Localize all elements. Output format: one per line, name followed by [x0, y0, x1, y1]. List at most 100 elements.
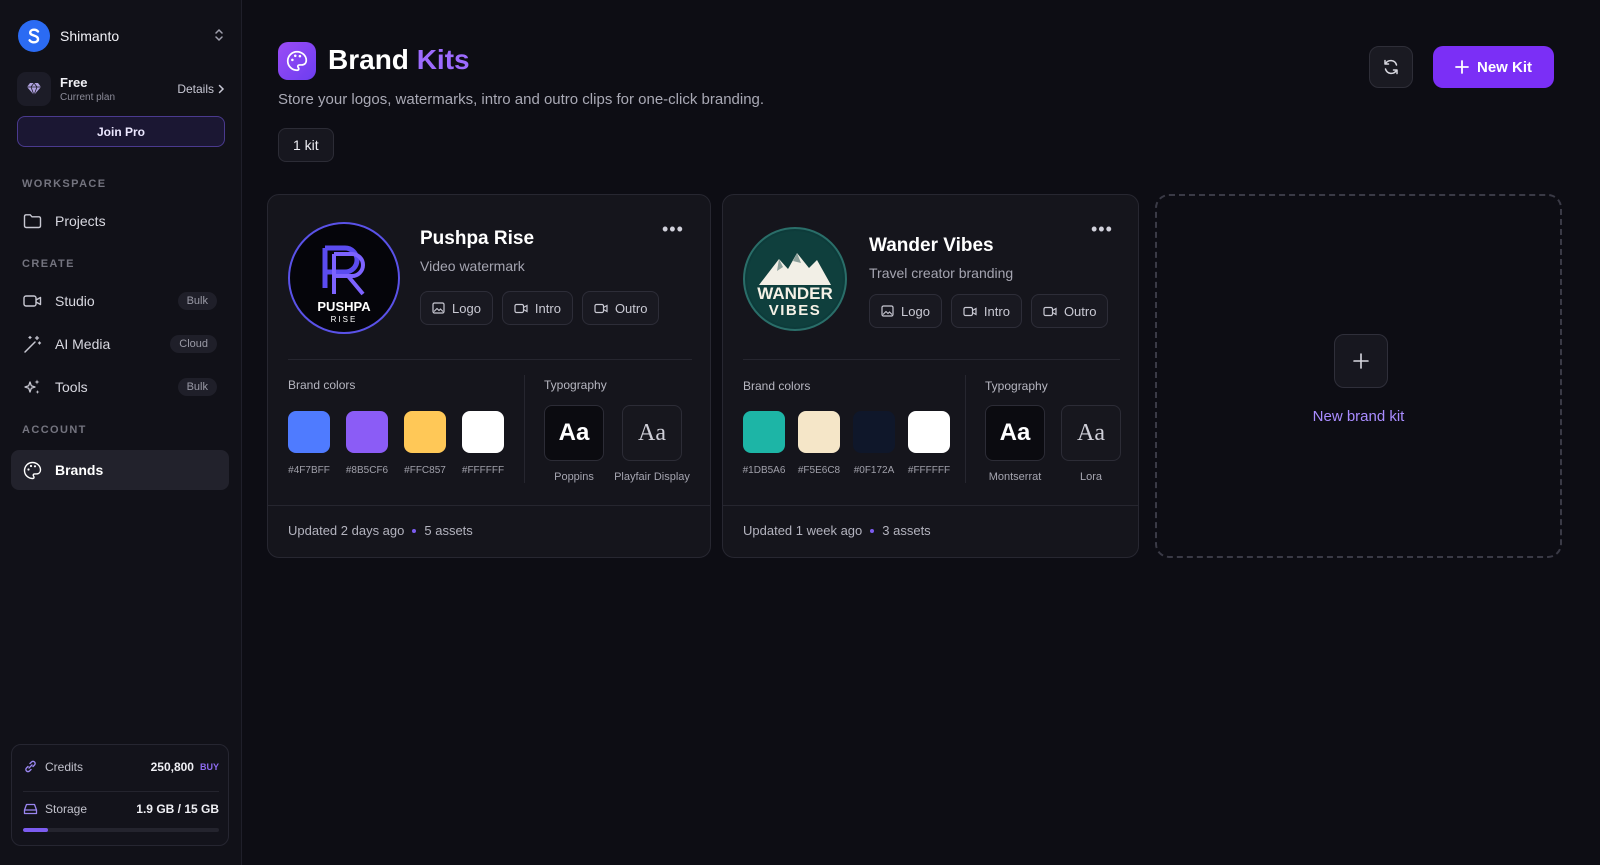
sidebar-item-tools[interactable]: Tools Bulk: [11, 367, 229, 407]
nav-badge: Bulk: [177, 292, 217, 310]
color-hex-label: #F5E6C8: [797, 465, 841, 476]
asset-chip-label: Logo: [901, 303, 930, 319]
palette-icon: [22, 460, 42, 480]
asset-chip-outro[interactable]: Outro: [1030, 294, 1109, 328]
brand-kit-name: Wander Vibes: [869, 235, 994, 256]
separator-dot: [870, 528, 875, 533]
asset-count: 5 assets: [424, 523, 473, 538]
sidebar-item-label: Brands: [55, 462, 104, 478]
section-label-workspace: WORKSPACE: [22, 178, 107, 190]
color-swatch[interactable]: [908, 411, 950, 453]
workspace-name: Shimanto: [60, 28, 120, 44]
font-sample-primary[interactable]: Aa: [544, 405, 604, 461]
asset-chip-label: Outro: [614, 300, 648, 316]
buy-credits-link[interactable]: BUY: [200, 762, 219, 772]
video-icon: [514, 303, 528, 313]
nav-badge: Cloud: [170, 335, 217, 353]
page-subtitle: Store your logos, watermarks, intro and …: [278, 91, 765, 108]
video-icon: [594, 303, 608, 313]
brand-kit-description: Travel creator branding: [869, 265, 1014, 281]
color-hex-label: #1DB5A6: [742, 465, 786, 476]
sidebar-item-brands[interactable]: Brands: [11, 450, 229, 490]
usage-panel: Credits 250,800 BUY Storage 1.9 GB / 15 …: [11, 744, 229, 846]
asset-chip-logo[interactable]: Logo: [420, 291, 493, 325]
image-icon: [432, 302, 445, 314]
color-hex-label: #0F172A: [853, 465, 895, 476]
brand-colors-label: Brand colors: [743, 379, 811, 393]
updated-time: Updated 2 days ago: [288, 523, 405, 538]
color-hex-label: #8B5CF6: [345, 465, 389, 476]
typography-label: Typography: [985, 379, 1048, 393]
typography-label: Typography: [544, 378, 607, 392]
asset-chip-intro[interactable]: Intro: [950, 294, 1022, 328]
asset-chip-label: Outro: [1063, 303, 1097, 319]
plan-subtitle: Current plan: [60, 92, 116, 103]
section-divider: [524, 375, 525, 483]
credits-value: 250,800: [150, 759, 194, 774]
sidebar-item-ai-media[interactable]: AI Media Cloud: [11, 324, 229, 364]
video-icon: [22, 291, 42, 311]
more-options-icon[interactable]: •••: [662, 219, 684, 240]
section-label-create: CREATE: [22, 258, 75, 270]
sidebar-item-label: Studio: [55, 293, 95, 309]
diamond-icon: [17, 72, 51, 106]
color-swatch[interactable]: [462, 411, 504, 453]
chevron-right-icon: [218, 84, 225, 94]
join-pro-button[interactable]: Join Pro: [17, 116, 225, 147]
video-icon: [963, 306, 977, 316]
s-logo-icon: [18, 20, 50, 52]
brand-logo: PUSHPA RISE: [288, 222, 400, 334]
image-icon: [881, 305, 894, 317]
card-divider: [743, 359, 1120, 360]
font-sample-secondary[interactable]: Aa: [1061, 405, 1121, 461]
color-swatch[interactable]: [853, 411, 895, 453]
asset-chip-outro[interactable]: Outro: [581, 291, 660, 325]
color-swatch[interactable]: [798, 411, 840, 453]
asset-chip-label: Logo: [452, 300, 481, 316]
card-footer: Updated 2 days ago 5 assets: [288, 523, 473, 538]
sidebar-item-label: AI Media: [55, 336, 111, 352]
usage-divider: [23, 791, 219, 792]
color-swatch[interactable]: [404, 411, 446, 453]
refresh-button[interactable]: [1369, 46, 1413, 88]
brand-logo: WANDER VIBES: [743, 227, 847, 331]
color-swatch[interactable]: [743, 411, 785, 453]
kit-count-badge: 1 kit: [278, 128, 334, 162]
section-divider: [965, 375, 966, 483]
sidebar-item-projects[interactable]: Projects: [11, 201, 229, 241]
workspace-switcher[interactable]: Shimanto: [18, 20, 224, 52]
card-divider: [268, 505, 710, 506]
storage-row: Storage 1.9 GB / 15 GB: [23, 801, 219, 816]
brand-kit-name: Pushpa Rise: [420, 228, 535, 249]
card-divider: [288, 359, 692, 360]
credits-label: Credits: [45, 759, 84, 774]
brand-kit-card[interactable]: WANDER VIBES Wander Vibes Travel creator…: [722, 194, 1139, 558]
color-swatch[interactable]: [288, 411, 330, 453]
credits-row: Credits 250,800 BUY: [23, 759, 219, 774]
brand-logo-text: PUSHPA: [317, 299, 371, 314]
brand-logo-subtext: RISE: [331, 315, 358, 324]
brand-logo-subtext: VIBES: [769, 302, 822, 319]
plan-details-link[interactable]: Details: [177, 82, 225, 96]
hard-drive-icon: [23, 803, 38, 815]
link-icon: [25, 760, 36, 773]
video-icon: [1043, 306, 1057, 316]
brand-kit-card[interactable]: PUSHPA RISE Pushpa Rise Video watermark …: [267, 194, 711, 558]
sidebar-item-label: Projects: [55, 213, 106, 229]
new-brand-kit-card[interactable]: New brand kit: [1155, 194, 1562, 558]
nav-badge: Bulk: [177, 378, 217, 396]
asset-chip-logo[interactable]: Logo: [869, 294, 942, 328]
sparkles-icon: [22, 377, 42, 397]
page-title-main: Brand: [328, 44, 409, 75]
font-sample-secondary[interactable]: Aa: [622, 405, 682, 461]
new-kit-button[interactable]: New Kit: [1433, 46, 1554, 88]
asset-count: 3 assets: [882, 523, 931, 538]
font-sample-primary[interactable]: Aa: [985, 405, 1045, 461]
sidebar-item-studio[interactable]: Studio Bulk: [11, 281, 229, 321]
asset-chip-intro[interactable]: Intro: [501, 291, 573, 325]
plan-name: Free: [60, 75, 88, 90]
page-title-accent: Kits: [416, 44, 470, 75]
asset-chip-label: Intro: [534, 300, 561, 316]
color-swatch[interactable]: [346, 411, 388, 453]
more-options-icon[interactable]: •••: [1091, 219, 1113, 240]
